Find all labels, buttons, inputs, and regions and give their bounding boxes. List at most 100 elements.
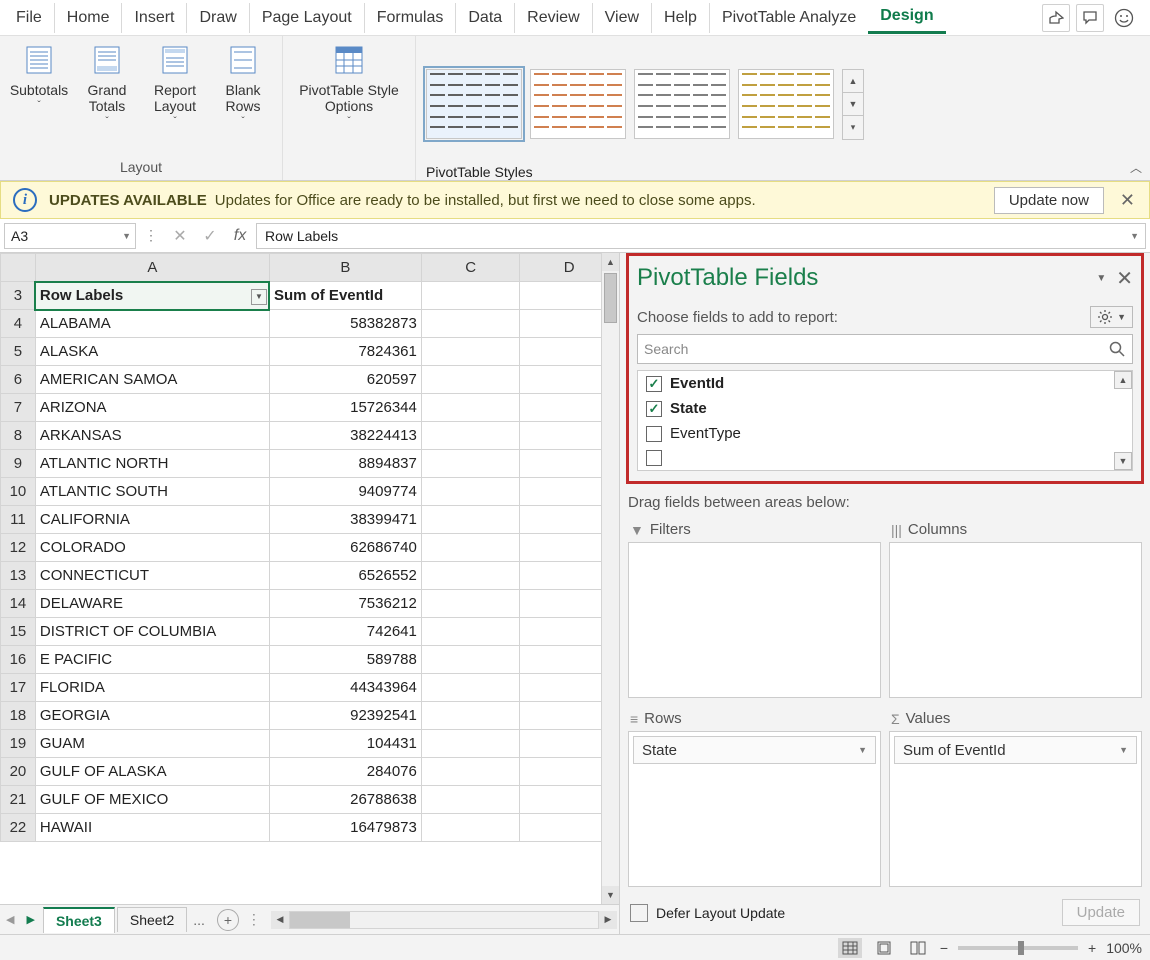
cell[interactable]: 16479873 xyxy=(269,814,421,842)
row-header[interactable]: 21 xyxy=(1,786,36,814)
hscroll-thumb[interactable] xyxy=(290,912,350,928)
feedback-button[interactable] xyxy=(1110,4,1138,32)
grid-horizontal-scrollbar[interactable]: ◀ ▶ xyxy=(271,911,617,929)
blank-rows-button[interactable]: Blank Rows ˇ xyxy=(210,42,276,132)
cell-a3[interactable]: Row Labels▼ xyxy=(35,282,269,310)
scroll-up-arrow[interactable]: ▲ xyxy=(602,253,619,271)
cell[interactable] xyxy=(421,366,520,394)
col-header-a[interactable]: A xyxy=(35,254,269,282)
cell[interactable] xyxy=(421,618,520,646)
rows-field-state[interactable]: State▼ xyxy=(633,736,876,764)
tab-help[interactable]: Help xyxy=(652,3,710,33)
cell[interactable] xyxy=(421,758,520,786)
cell[interactable]: FLORIDA xyxy=(35,674,269,702)
zoom-slider-knob[interactable] xyxy=(1018,941,1024,955)
col-header-b[interactable]: B xyxy=(269,254,421,282)
cell[interactable]: GUAM xyxy=(35,730,269,758)
insert-function-button[interactable]: fx xyxy=(226,227,254,245)
field-partial[interactable] xyxy=(638,446,1132,470)
comments-button[interactable] xyxy=(1076,4,1104,32)
cell-b3[interactable]: Sum of EventId xyxy=(269,282,421,310)
gallery-up[interactable]: ▲ xyxy=(843,70,863,93)
cell[interactable]: 15726344 xyxy=(269,394,421,422)
collapse-ribbon-button[interactable]: ︿ xyxy=(1126,157,1146,178)
zoom-level[interactable]: 100% xyxy=(1106,940,1142,956)
field-search-input[interactable]: Search xyxy=(637,334,1133,364)
share-button[interactable] xyxy=(1042,4,1070,32)
cell[interactable] xyxy=(421,674,520,702)
field-eventtype[interactable]: EventType xyxy=(638,421,1132,446)
cell[interactable] xyxy=(421,730,520,758)
cell[interactable]: AMERICAN SAMOA xyxy=(35,366,269,394)
grid-vertical-scrollbar[interactable]: ▲ ▼ xyxy=(601,253,619,904)
field-state[interactable]: ✓State xyxy=(638,396,1132,421)
tab-page-layout[interactable]: Page Layout xyxy=(250,3,365,33)
cell[interactable] xyxy=(421,786,520,814)
cell[interactable] xyxy=(421,478,520,506)
row-header[interactable]: 14 xyxy=(1,590,36,618)
report-layout-button[interactable]: Report Layout ˇ xyxy=(142,42,208,132)
gallery-down[interactable]: ▼ xyxy=(843,93,863,116)
cell[interactable]: 62686740 xyxy=(269,534,421,562)
row-labels-filter-button[interactable]: ▼ xyxy=(251,289,267,305)
zoom-slider[interactable] xyxy=(958,946,1078,950)
cell[interactable]: 7536212 xyxy=(269,590,421,618)
cell[interactable] xyxy=(421,702,520,730)
cell[interactable]: 9409774 xyxy=(269,478,421,506)
field-state-checkbox[interactable]: ✓ xyxy=(646,401,662,417)
name-box[interactable]: A3▼ xyxy=(4,223,136,249)
cell[interactable]: 26788638 xyxy=(269,786,421,814)
gallery-more[interactable]: ▾ xyxy=(843,116,863,139)
tab-formulas[interactable]: Formulas xyxy=(365,3,457,33)
cell[interactable]: 6526552 xyxy=(269,562,421,590)
cell[interactable] xyxy=(421,338,520,366)
tab-file[interactable]: File xyxy=(4,3,55,33)
cell[interactable]: ATLANTIC SOUTH xyxy=(35,478,269,506)
sheet-tab-sheet3[interactable]: Sheet3 xyxy=(43,907,115,933)
name-box-options[interactable]: ⋮ xyxy=(138,227,164,244)
row-header[interactable]: 16 xyxy=(1,646,36,674)
sheet-tabs-overflow[interactable]: ... xyxy=(187,912,211,928)
row-header[interactable]: 18 xyxy=(1,702,36,730)
scroll-down-arrow[interactable]: ▼ xyxy=(602,886,619,904)
formula-input[interactable]: Row Labels▼ xyxy=(256,223,1146,249)
grand-totals-button[interactable]: Grand Totals ˇ xyxy=(74,42,140,132)
row-header[interactable]: 10 xyxy=(1,478,36,506)
select-all-corner[interactable] xyxy=(1,254,36,282)
tab-review[interactable]: Review xyxy=(515,3,592,33)
cell[interactable]: 589788 xyxy=(269,646,421,674)
new-sheet-button[interactable]: + xyxy=(217,909,239,931)
cell[interactable]: GEORGIA xyxy=(35,702,269,730)
cell[interactable] xyxy=(421,450,520,478)
cell[interactable]: HAWAII xyxy=(35,814,269,842)
row-header[interactable]: 22 xyxy=(1,814,36,842)
tab-home[interactable]: Home xyxy=(55,3,123,33)
sheet-nav-prev[interactable]: ◀ xyxy=(0,913,20,926)
cell[interactable] xyxy=(421,422,520,450)
cell[interactable] xyxy=(421,534,520,562)
field-eventid[interactable]: ✓EventId xyxy=(638,371,1132,396)
tab-pivottable-analyze[interactable]: PivotTable Analyze xyxy=(710,3,868,33)
field-partial-checkbox[interactable] xyxy=(646,450,662,466)
cell[interactable]: 44343964 xyxy=(269,674,421,702)
cell[interactable]: ATLANTIC NORTH xyxy=(35,450,269,478)
cell[interactable] xyxy=(421,310,520,338)
view-page-layout-button[interactable] xyxy=(872,938,896,958)
defer-layout-checkbox[interactable] xyxy=(630,904,648,922)
row-header[interactable]: 9 xyxy=(1,450,36,478)
sheet-options[interactable]: ⋮ xyxy=(239,911,269,928)
columns-dropzone[interactable] xyxy=(889,542,1142,698)
cell[interactable]: 620597 xyxy=(269,366,421,394)
tab-design[interactable]: Design xyxy=(868,1,945,34)
pivot-style-thumb-4[interactable] xyxy=(738,69,834,139)
cell[interactable] xyxy=(421,814,520,842)
cell[interactable]: DISTRICT OF COLUMBIA xyxy=(35,618,269,646)
sheet-tab-sheet2[interactable]: Sheet2 xyxy=(117,907,187,932)
cell[interactable]: E PACIFIC xyxy=(35,646,269,674)
notice-close-button[interactable]: ✕ xyxy=(1114,190,1141,211)
view-normal-button[interactable] xyxy=(838,938,862,958)
zoom-in-button[interactable]: + xyxy=(1088,940,1096,956)
cell[interactable]: 38399471 xyxy=(269,506,421,534)
row-header[interactable]: 11 xyxy=(1,506,36,534)
cell[interactable]: 38224413 xyxy=(269,422,421,450)
